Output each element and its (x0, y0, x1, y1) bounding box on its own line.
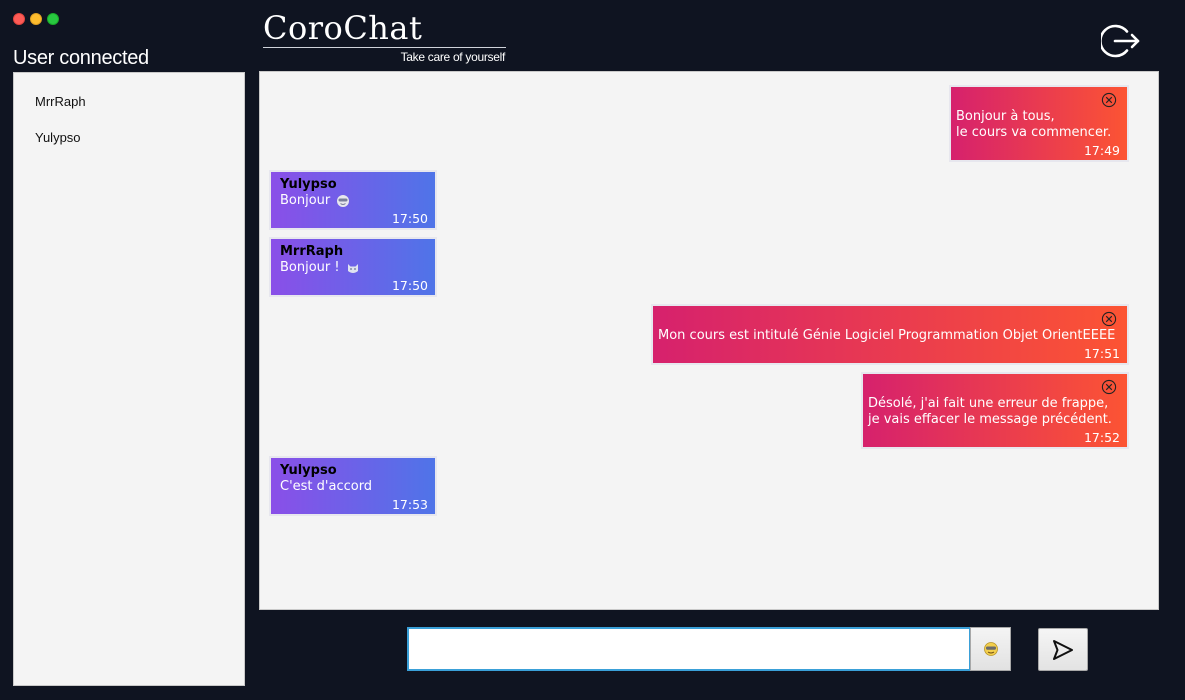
message-text: Bonjour (280, 193, 331, 208)
smiling-face-icon (337, 194, 350, 207)
delete-message-icon[interactable] (1101, 379, 1117, 395)
chat-area[interactable]: Bonjour à tous, le cours va commencer. 1… (259, 71, 1159, 610)
emoji-picker-button[interactable] (970, 627, 1011, 671)
message-text: Mon cours est intitulé Génie Logiciel Pr… (658, 328, 1116, 343)
message-bubble-outgoing: Bonjour à tous, le cours va commencer. 1… (949, 85, 1129, 162)
message-time: 17:50 (391, 278, 428, 293)
logout-button[interactable] (1099, 21, 1141, 61)
user-item[interactable]: Yulypso (14, 129, 244, 165)
emoji-picker-icon (983, 642, 998, 656)
message-bubble-incoming: MrrRaph Bonjour ! 17:50 (269, 237, 437, 297)
app-name: CoroChat (263, 9, 423, 47)
minimize-window-button[interactable] (30, 13, 42, 25)
message-text: Désolé, j'ai fait une erreur de frappe, … (868, 396, 1112, 427)
close-window-button[interactable] (13, 13, 25, 25)
user-item[interactable]: MrrRaph (14, 93, 244, 129)
app-logo: CoroChat Take care of yourself (263, 10, 508, 66)
sidebar-title: User connected (13, 47, 149, 69)
message-bubble-incoming: Yulypso Bonjour 17:50 (269, 170, 437, 230)
message-time: 17:49 (1083, 143, 1120, 158)
app-tagline: Take care of yourself (400, 50, 506, 64)
message-time: 17:51 (1083, 346, 1120, 361)
message-input[interactable] (407, 627, 971, 671)
message-author: Yulypso (280, 177, 337, 192)
message-author: Yulypso (280, 463, 337, 478)
message-text-wrap: Bonjour (280, 193, 350, 209)
message-text: C'est d'accord (280, 479, 373, 494)
window-controls (13, 13, 59, 25)
message-bubble-incoming: Yulypso C'est d'accord 17:53 (269, 456, 437, 516)
message-time: 17:52 (1083, 430, 1120, 445)
send-icon (1053, 639, 1073, 660)
cat-face-icon (347, 263, 358, 273)
logout-icon (1099, 24, 1140, 58)
message-author: MrrRaph (280, 244, 344, 259)
message-text-wrap: Bonjour ! (280, 260, 360, 276)
message-text: Bonjour à tous, le cours va commencer. (956, 109, 1112, 140)
message-time: 17:53 (391, 497, 428, 512)
message-bubble-outgoing: Mon cours est intitulé Génie Logiciel Pr… (651, 304, 1129, 365)
zoom-window-button[interactable] (47, 13, 59, 25)
logo-divider (263, 47, 506, 48)
delete-message-icon[interactable] (1101, 311, 1117, 327)
delete-message-icon[interactable] (1101, 92, 1117, 108)
message-text: Bonjour ! (280, 260, 340, 275)
send-button[interactable] (1038, 628, 1088, 671)
message-bubble-outgoing: Désolé, j'ai fait une erreur de frappe, … (861, 372, 1129, 449)
message-time: 17:50 (391, 211, 428, 226)
user-list: MrrRaph Yulypso (13, 72, 245, 686)
